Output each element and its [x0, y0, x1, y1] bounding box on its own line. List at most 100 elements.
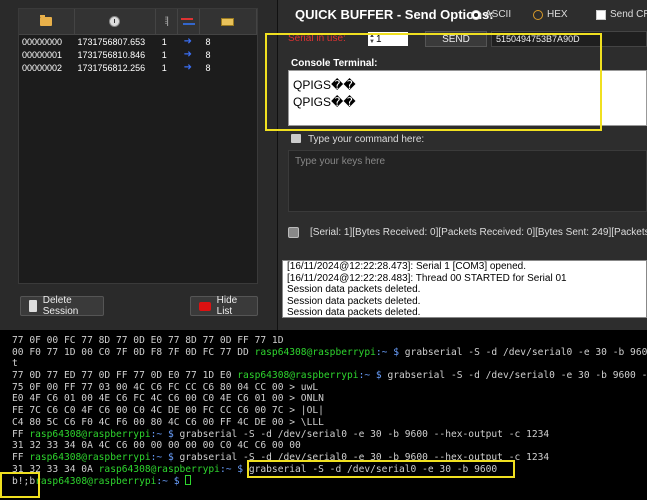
status-bar: [Serial: 1][Bytes Received: 0][Packets R…	[310, 227, 647, 238]
terminal-command: grabserial -S -d /dev/serial0 -e 30 -b 9…	[173, 428, 550, 440]
log-line: Session data packets deleted.	[287, 307, 421, 318]
session-id-cell: 00000002	[22, 62, 63, 73]
send-button[interactable]: SEND	[425, 31, 487, 47]
hide-list-label: Hide List	[216, 295, 238, 317]
session-table-body: 00000000 1731756807.653 1 ➜ 8 00000001 1731756…	[19, 35, 257, 74]
serial-app-window: ⁞| 00000000 1731756807.653 1 ➜ 8 00000001 1731…	[0, 0, 647, 330]
session-id-cell: 00000000	[22, 36, 63, 47]
terminal-output: b!;b	[12, 476, 36, 488]
terminal-line: FE 7C C6 C0 4F C6 00 C0 4C DE 00 FC CC C…	[12, 405, 647, 417]
terminal-output: 31 32 33 34 0A 4C C6 00 00 00 00 00 C0 4…	[12, 440, 301, 452]
console-terminal[interactable]: QPIGS�� QPIGS��	[288, 70, 647, 126]
terminal-prompt-user: rasp64308@raspberrypi	[29, 428, 151, 440]
status-icon	[288, 227, 299, 238]
radio-icon	[533, 9, 543, 20]
hex-buffer-input[interactable]: 5150494753B7A90D	[491, 31, 647, 47]
terminal-output: 77 0D 77 ED 77 0D FF 77 0D E0 77 1D E0	[12, 370, 238, 382]
send-cr-checkbox[interactable]: Send CR	[596, 9, 647, 20]
terminal-prompt-path: :~ $	[150, 428, 174, 440]
ascii-radio[interactable]: ASCII	[471, 9, 511, 20]
terminal-prompt-user: rasp64308@raspberrypi	[237, 370, 359, 382]
terminal-line: 77 0F 00 FC 77 8D 77 0D E0 77 8D 77 0D F…	[12, 335, 647, 347]
terminal-line: FF rasp64308@raspberrypi:~ $ grabserial …	[12, 429, 647, 441]
serial-in-use-label: Serial in use:	[288, 33, 346, 44]
terminal-command: grabserial -S -d /dev/serial0 -e 30 -b 9…	[243, 463, 498, 475]
terminal-output: 31 32 33 34 0A	[12, 463, 99, 475]
col-bytes-header[interactable]	[200, 9, 258, 34]
session-serial-cell: 1	[161, 62, 167, 73]
event-log[interactable]: [16/11/2024@12:22:28.473]: Serial 1 [COM…	[282, 260, 647, 318]
terminal-line: 31 32 33 34 0A rasp64308@raspberrypi:~ $…	[12, 464, 647, 476]
terminal-line: C4 80 5C C6 F0 4C F6 00 80 4C C6 00 FF 4…	[12, 417, 647, 429]
table-row[interactable]: 00000001 1731756810.846 1 ➜ 8	[19, 48, 257, 61]
terminal-line: E0 4F C6 01 00 4E C6 FC 4C C6 00 C0 4E C…	[12, 393, 647, 405]
terminal-prompt-user: rasp64308@raspberrypi	[254, 346, 376, 358]
terminal-line: 77 0D 77 ED 77 0D FF 77 0D E0 77 1D E0 r…	[12, 370, 647, 382]
signal-icon: ⁞|	[164, 16, 170, 27]
bytes-icon	[221, 17, 235, 26]
terminal-line: 31 32 33 34 0A 4C C6 00 00 00 00 00 C0 4…	[12, 440, 647, 452]
terminal-prompt-path: :~ $	[358, 370, 382, 382]
terminal-command: grabserial -S -d /dev/serial0 -e 30 -b 9…	[399, 346, 647, 358]
session-bytes-cell: 8	[205, 62, 211, 73]
terminal-output: 75 0F 00 FF 77 03 00 4C C6 FC CC C6 80 0…	[12, 381, 319, 393]
trash-icon	[29, 300, 37, 312]
terminal-line: 75 0F 00 FF 77 03 00 4C C6 FC CC C6 80 0…	[12, 382, 647, 394]
hex-label: HEX	[547, 9, 568, 20]
table-row[interactable]: 00000002 1731756812.256 1 ➜ 8	[19, 61, 257, 74]
hex-radio[interactable]: HEX	[533, 9, 568, 20]
session-bytes-cell: 8	[205, 36, 211, 47]
direction-arrow-icon: ➜	[183, 62, 193, 73]
command-input[interactable]: Type your keys here	[288, 150, 647, 212]
terminal-output: C4 80 5C C6 F0 4C F6 00 80 4C C6 00 FF 4…	[12, 416, 324, 428]
transfer-icon	[181, 17, 196, 27]
terminal-line: 00 F0 77 1D 00 C0 7F 0D F8 7F 0D FC 77 D…	[12, 347, 647, 359]
session-serial-cell: 1	[161, 36, 167, 47]
col-direction-header[interactable]	[178, 9, 200, 34]
red-square-icon	[199, 301, 211, 311]
session-serial-cell: 1	[161, 49, 167, 60]
session-id-cell: 00000001	[22, 49, 63, 60]
terminal-line: FF rasp64308@raspberrypi:~ $ grabserial …	[12, 452, 647, 464]
terminal-output: FF	[12, 451, 30, 463]
hide-list-button[interactable]: Hide List	[190, 295, 258, 317]
clock-icon	[109, 16, 121, 27]
checkbox-icon	[596, 9, 606, 20]
terminal-prompt-user: rasp64308@raspberrypi	[35, 476, 157, 488]
terminal-cursor	[185, 475, 192, 486]
quick-buffer-title: QUICK BUFFER - Send Options:	[295, 7, 494, 22]
direction-arrow-icon: ➜	[183, 49, 193, 60]
terminal-output: FE 7C C6 C0 4F C6 00 C0 4C DE 00 FC CC C…	[12, 405, 324, 417]
terminal-line: b!;brasp64308@raspberrypi:~ $	[12, 475, 647, 487]
terminal-prompt-path: :~ $	[150, 451, 174, 463]
linux-terminal[interactable]: 77 0F 00 FC 77 8D 77 0D E0 77 8D 77 0D F…	[0, 330, 647, 500]
send-cr-label: Send CR	[610, 9, 647, 20]
terminal-output: FF	[12, 428, 30, 440]
console-line: QPIGS��	[293, 78, 356, 92]
col-time-header[interactable]	[75, 9, 156, 34]
terminal-output: E0 4F C6 01 00 4E C6 FC 4C C6 00 C0 4E C…	[12, 393, 324, 405]
ascii-label: ASCII	[485, 9, 512, 20]
terminal-prompt-user: rasp64308@raspberrypi	[29, 451, 151, 463]
log-line: [16/11/2024@12:22:28.483]: Thread 00 STA…	[287, 272, 567, 284]
terminal-line: t	[12, 358, 647, 370]
delete-session-button[interactable]: Delete Session	[20, 295, 104, 317]
serial-number-spinner[interactable]: ▲ ▼ 1	[368, 32, 408, 46]
session-panel: ⁞| 00000000 1731756807.653 1 ➜ 8 00000001 1731…	[0, 0, 278, 330]
session-table: ⁞| 00000000 1731756807.653 1 ➜ 8 00000001 1731…	[18, 8, 258, 284]
terminal-prompt-user: rasp64308@raspberrypi	[98, 463, 220, 475]
terminal-output: 00 F0 77 1D 00 C0 7F 0D F8 7F 0D FC 77 D…	[12, 346, 255, 358]
spinner-arrows-icon[interactable]: ▲ ▼	[369, 33, 375, 45]
col-serial-header[interactable]: ⁞|	[156, 9, 178, 34]
radio-selected-icon	[471, 9, 481, 20]
log-line: Session data packets deleted.	[287, 284, 421, 295]
terminal-prompt-path: :~ $	[375, 346, 399, 358]
terminal-prompt-path: :~ $	[219, 463, 244, 475]
session-bytes-cell: 8	[205, 49, 211, 60]
table-row[interactable]: 00000000 1731756807.653 1 ➜ 8	[19, 35, 257, 48]
terminal-output: 77 0F 00 FC 77 8D 77 0D E0 77 8D 77 0D F…	[12, 335, 284, 346]
col-id-header[interactable]	[19, 9, 75, 34]
command-label: Type your command here:	[308, 134, 425, 145]
log-line: [16/11/2024@12:22:28.473]: Serial 1 [COM…	[287, 261, 527, 272]
folder-icon	[40, 15, 53, 26]
